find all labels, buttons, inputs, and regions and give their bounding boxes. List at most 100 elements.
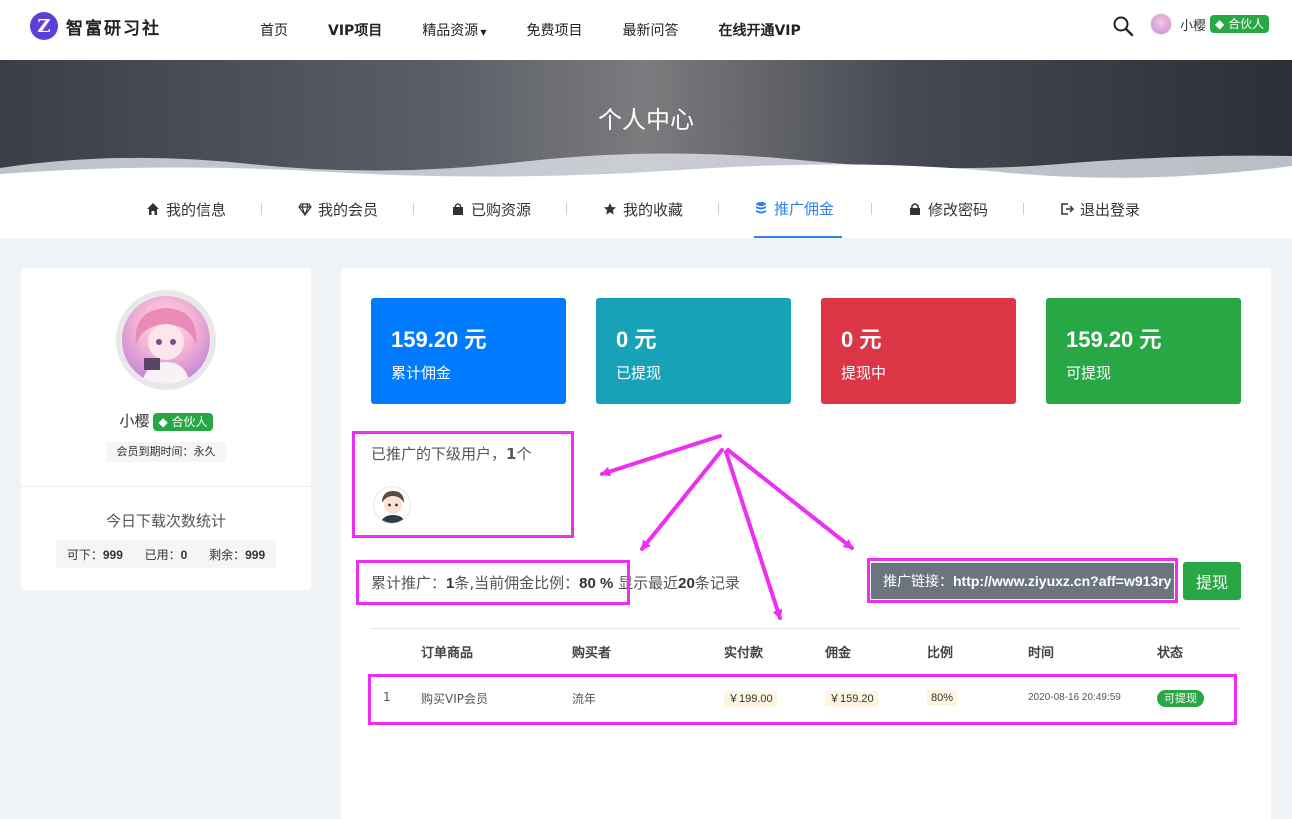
user-name: 小樱 [1180, 18, 1207, 34]
card-amount: 159.20 [391, 327, 459, 352]
tab-label: 已购资源 [471, 200, 532, 219]
stat-used-label: 已用： [144, 547, 181, 562]
withdraw-button[interactable]: 提现 [1183, 562, 1241, 600]
tab-commission[interactable]: 推广佣金 [754, 180, 842, 238]
site-name: 智富研习社 [66, 18, 161, 39]
stat-remaining-value: 999 [245, 547, 266, 562]
tab-label: 我的收藏 [623, 200, 684, 219]
profile-name: 小樱 [119, 412, 150, 430]
tab-logout[interactable]: 退出登录 [1060, 180, 1140, 238]
table-top-border [371, 628, 1241, 629]
col-header-product: 订单商品 [421, 646, 474, 661]
account-tabs: 我的信息 我的会员 已购资源 我的收藏 推广佣金 修改密码 退出登录 [0, 180, 1292, 238]
home-icon [147, 203, 159, 215]
caret-down-icon: ▼ [480, 28, 487, 37]
avatar [122, 296, 210, 384]
stat-used: 已用：0 [145, 546, 188, 563]
lock-icon [910, 203, 920, 215]
download-stats-title: 今日下载次数统计 [105, 512, 226, 530]
nav-free-projects[interactable]: 免费项目 [526, 20, 582, 40]
card-unit: 元 [464, 327, 487, 352]
col-header-ratio: 比例 [927, 646, 954, 661]
profile-name-row: 小樱 ◆ 合伙人 [21, 410, 311, 431]
page-banner: 个人中心 [0, 60, 1292, 180]
diamond-icon: ◆ [158, 415, 168, 429]
card-amount: 0 [841, 327, 854, 352]
card-value: 0 元 [616, 322, 656, 354]
tab-divider [413, 203, 414, 215]
col-header-status: 状态 [1157, 646, 1184, 661]
banner-wave [0, 153, 1292, 180]
card-unit: 元 [634, 327, 657, 352]
stat-remaining: 剩余：999 [209, 546, 265, 563]
main-nav: 首页 VIP项目 精品资源 ▼ 免费项目 最新问答 在线开通VIP [260, 0, 841, 60]
tab-label: 推广佣金 [774, 199, 835, 218]
tab-divider [261, 203, 262, 215]
profile-sidebar: 小樱 ◆ 合伙人 会员到期时间：永久 今日下载次数统计 可下：999 已用：0 剩… [21, 268, 311, 590]
tab-my-info[interactable]: 我的信息 [146, 180, 226, 238]
top-header: Z 智富研习社 首页 VIP项目 精品资源 ▼ 免费项目 最新问答 在线开通VIP… [0, 0, 1292, 60]
summary-text: 条记录 [694, 574, 740, 592]
tab-divider [871, 203, 872, 215]
tab-favorites[interactable]: 我的收藏 [603, 180, 683, 238]
tab-label: 修改密码 [928, 200, 989, 219]
search-icon[interactable] [1112, 15, 1134, 37]
card-amount: 159.20 [1066, 327, 1134, 352]
nav-latest-qa[interactable]: 最新问答 [622, 20, 678, 40]
card-total-commission: 159.20 元 累计佣金 [371, 298, 566, 404]
card-label: 可提现 [1066, 364, 1112, 382]
tab-change-password[interactable]: 修改密码 [908, 180, 988, 238]
tab-label: 退出登录 [1080, 200, 1141, 219]
tab-purchased[interactable]: 已购资源 [451, 180, 531, 238]
download-stats: 可下：999 已用：0 剩余：999 [56, 540, 276, 568]
tab-label: 我的会员 [318, 200, 379, 219]
highlight-box-table-row [368, 674, 1237, 725]
tab-label: 我的信息 [166, 200, 227, 219]
anime-avatar-illustration [135, 308, 197, 384]
star-icon [604, 203, 616, 215]
card-label: 已提现 [616, 364, 662, 382]
highlight-box-referrals [352, 431, 574, 538]
col-header-paid: 实付款 [724, 646, 764, 661]
stat-available: 可下：999 [67, 546, 123, 563]
diamond-icon [298, 203, 312, 216]
logo-icon: Z [30, 12, 58, 40]
summary-recent: 20 [678, 575, 695, 592]
page-title: 个人中心 [598, 106, 694, 134]
membership-expiry: 会员到期时间：永久 [106, 442, 226, 462]
nav-open-vip[interactable]: 在线开通VIP [718, 20, 800, 40]
site-logo[interactable]: Z 智富研习社 [30, 12, 161, 40]
tab-divider [1023, 203, 1024, 215]
card-withdrawn: 0 元 已提现 [596, 298, 791, 404]
database-icon [756, 202, 766, 214]
card-unit: 元 [1139, 327, 1162, 352]
card-unit: 元 [859, 327, 882, 352]
card-amount: 0 [616, 327, 629, 352]
card-value: 159.20 元 [1066, 322, 1161, 354]
partner-badge: ◆ 合伙人 [153, 413, 213, 431]
stat-available-value: 999 [102, 547, 123, 562]
commission-panel: 159.20 元 累计佣金 0 元 已提现 0 元 提现中 159.20 元 可… [341, 268, 1271, 819]
partner-badge: ◆ 合伙人 [1210, 15, 1270, 33]
shopping-bag-icon [453, 203, 463, 215]
col-header-buyer: 购买者 [572, 646, 612, 661]
tab-divider [718, 203, 719, 215]
nav-premium-resources[interactable]: 精品资源 ▼ [422, 20, 486, 40]
logout-icon [1061, 203, 1074, 215]
partner-badge-label: 合伙人 [171, 415, 208, 429]
col-header-commission: 佣金 [825, 646, 852, 661]
card-label: 提现中 [841, 364, 887, 382]
highlight-box-promo-link [867, 558, 1178, 603]
diamond-icon: ◆ [1215, 17, 1225, 31]
card-withdrawing: 0 元 提现中 [821, 298, 1016, 404]
user-menu[interactable]: 小樱 ◆ 合伙人 [1150, 13, 1270, 35]
divider [21, 486, 311, 487]
stat-used-value: 0 [180, 547, 188, 562]
card-value: 0 元 [841, 322, 881, 354]
nav-home[interactable]: 首页 [260, 20, 288, 40]
nav-premium-resources-label: 精品资源 [422, 23, 479, 39]
tab-my-membership[interactable]: 我的会员 [298, 180, 378, 238]
avatar [1150, 13, 1172, 35]
nav-vip-projects[interactable]: VIP项目 [328, 20, 382, 40]
card-value: 159.20 元 [391, 322, 486, 354]
